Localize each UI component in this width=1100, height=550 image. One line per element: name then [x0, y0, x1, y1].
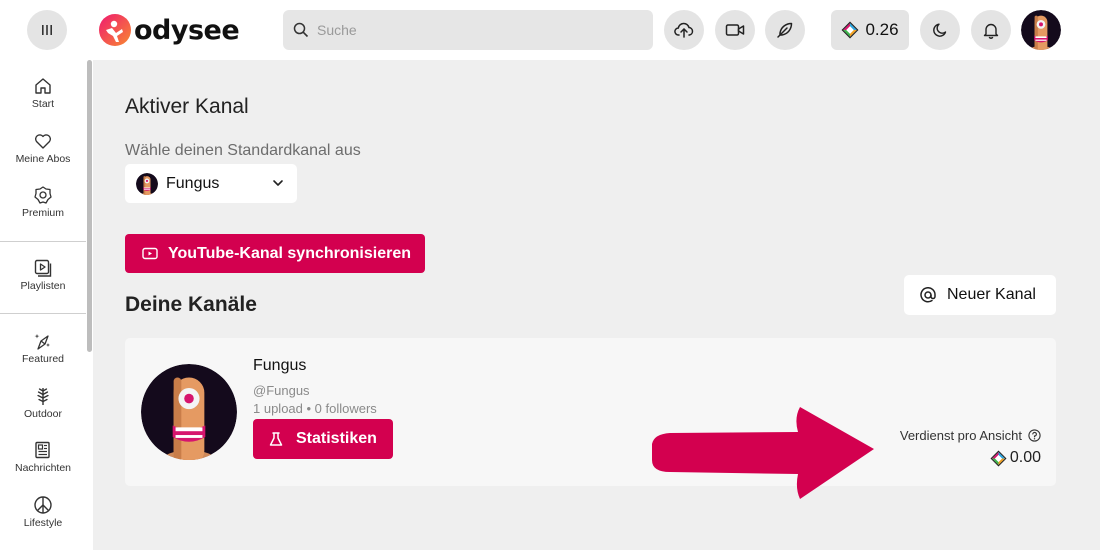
sidebar-item-premium[interactable]: Premium [0, 185, 86, 219]
channel-card: Fungus @Fungus 1 upload • 0 followers St… [125, 338, 1056, 486]
sidebar-item-featured[interactable]: Featured [0, 331, 86, 365]
annotation-arrow [652, 407, 874, 499]
menu-button[interactable] [27, 10, 67, 50]
channel-card-handle: @Fungus [253, 383, 310, 398]
sidebar-item-label: Lifestyle [23, 517, 63, 529]
logo-text: odysee [134, 14, 240, 46]
top-bar: odysee 0.26 [0, 0, 1100, 60]
lbc-credits-icon [990, 450, 1007, 467]
channel-card-avatar[interactable] [141, 364, 237, 460]
user-avatar[interactable] [1021, 10, 1061, 50]
go-live-button[interactable] [715, 10, 755, 50]
lbc-credits-icon [841, 21, 859, 39]
upload-button[interactable] [664, 10, 704, 50]
hamburger-icon [42, 25, 52, 35]
active-channel-heading: Aktiver Kanal [125, 95, 249, 118]
sidebar-item-start[interactable]: Start [0, 76, 86, 110]
news-icon [35, 441, 50, 459]
your-channels-heading: Deine Kanäle [125, 293, 257, 316]
wallet-balance: 0.26 [865, 20, 899, 39]
sidebar-item-label: Nachrichten [14, 462, 72, 474]
youtube-sync-label: YouTube-Kanal synchronisieren [168, 244, 412, 262]
selected-channel-name: Fungus [166, 174, 220, 192]
sidebar-item-label: Premium [21, 207, 64, 219]
sidebar: Start Meine Abos Premium Playlisten Feat… [0, 60, 93, 550]
earnings-amount: 0.00 [1009, 449, 1041, 466]
youtube-icon [142, 247, 158, 260]
youtube-sync-button[interactable]: YouTube-Kanal synchronisieren [125, 234, 425, 273]
at-sign-icon [920, 287, 936, 303]
search-input[interactable] [317, 22, 637, 38]
featured-icon [34, 334, 50, 350]
earnings-label: Verdienst pro Ansicht [899, 428, 1022, 443]
odysee-logo[interactable]: odysee [98, 12, 240, 48]
notifications-button[interactable] [971, 10, 1011, 50]
channel-selector[interactable]: Fungus [125, 164, 297, 203]
statistics-button[interactable]: Statistiken [253, 419, 393, 459]
sidebar-item-outdoor[interactable]: Outdoor [0, 386, 86, 420]
wallet-balance-button[interactable]: 0.26 [831, 10, 909, 50]
sidebar-item-label: Start [31, 98, 55, 110]
sidebar-item-label: Featured [21, 353, 65, 365]
channel-card-stats: 1 upload • 0 followers [253, 401, 377, 416]
sidebar-divider [0, 313, 86, 314]
video-camera-icon [725, 24, 745, 36]
sidebar-item-playlists[interactable]: Playlisten [0, 258, 86, 292]
sidebar-item-label: Playlisten [20, 280, 66, 292]
new-channel-label: Neuer Kanal [947, 286, 1036, 303]
playlist-icon [34, 259, 52, 277]
odysee-logo-icon [99, 14, 131, 46]
channel-avatar [136, 173, 158, 195]
cloud-upload-icon [674, 22, 694, 38]
flask-icon [269, 432, 283, 446]
theme-toggle-button[interactable] [920, 10, 960, 50]
earnings-per-view: Verdienst pro Ansicht [900, 428, 1041, 443]
home-icon [35, 78, 51, 94]
search-bar[interactable] [283, 10, 653, 50]
feather-icon [777, 22, 793, 38]
outdoor-icon [37, 388, 49, 405]
sidebar-item-subscriptions[interactable]: Meine Abos [0, 131, 86, 165]
channel-card-name[interactable]: Fungus [253, 357, 306, 375]
sidebar-item-news[interactable]: Nachrichten [0, 440, 86, 474]
bell-icon [983, 23, 999, 39]
chevron-down-icon [273, 180, 283, 186]
statistics-label: Statistiken [296, 430, 377, 447]
premium-badge-icon [34, 186, 52, 204]
sidebar-item-label: Meine Abos [15, 153, 71, 165]
help-icon[interactable] [1028, 429, 1041, 442]
earnings-value: 0.00 [990, 449, 1041, 467]
search-icon [293, 22, 309, 38]
new-channel-button[interactable]: Neuer Kanal [904, 275, 1056, 315]
avatar-image [1021, 10, 1061, 50]
sidebar-item-lifestyle[interactable]: Lifestyle [0, 495, 86, 529]
main-content: Aktiver Kanal Wähle deinen Standardkanal… [93, 60, 1100, 550]
sidebar-item-label: Outdoor [24, 408, 62, 420]
heart-icon [34, 134, 52, 149]
sidebar-scrollbar[interactable] [87, 60, 92, 352]
default-channel-label: Wähle deinen Standardkanal aus [125, 142, 361, 159]
moon-icon [933, 23, 947, 37]
lifestyle-icon [34, 496, 52, 514]
post-button[interactable] [765, 10, 805, 50]
sidebar-divider [0, 241, 86, 242]
